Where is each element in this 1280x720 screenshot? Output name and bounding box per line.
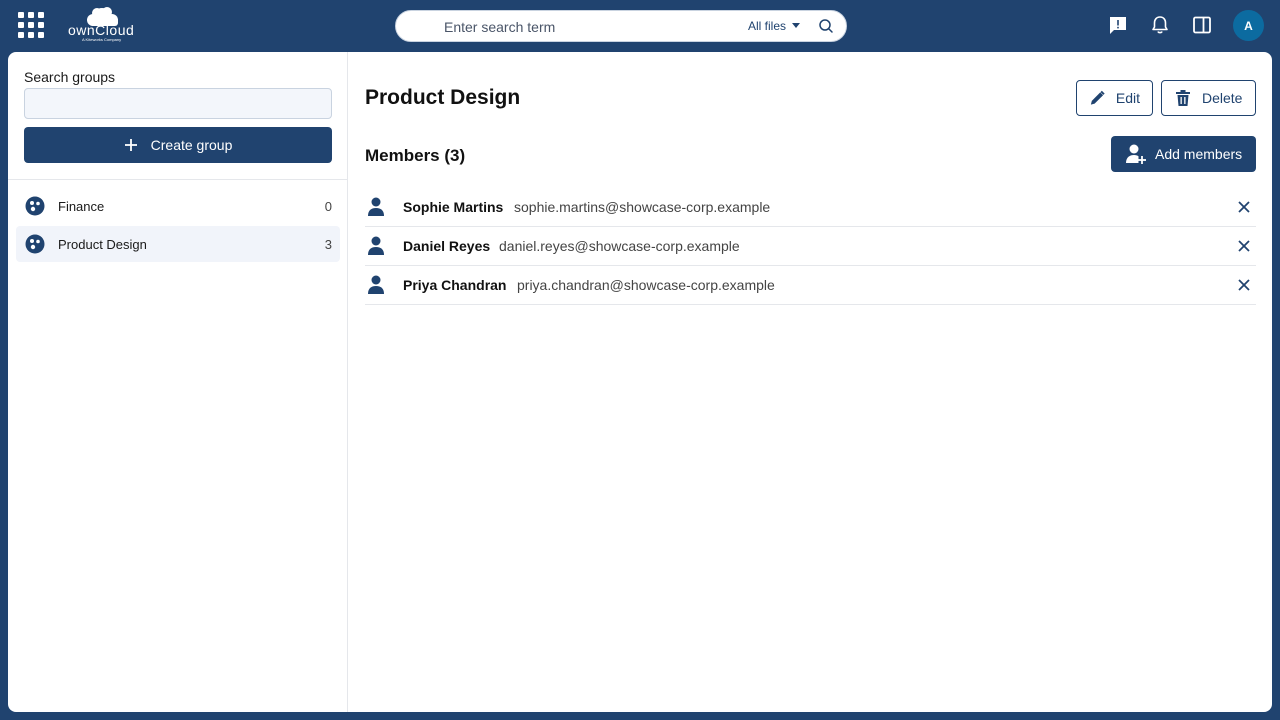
search-icon[interactable] bbox=[818, 18, 834, 34]
group-member-count: 3 bbox=[324, 237, 332, 252]
member-row: Sophie Martins sophie.martins@showcase-c… bbox=[365, 188, 1256, 227]
edit-label: Edit bbox=[1115, 90, 1140, 106]
create-group-button[interactable]: Create group bbox=[24, 127, 332, 163]
add-members-label: Add members bbox=[1155, 146, 1243, 162]
user-icon bbox=[368, 197, 384, 216]
bell-icon[interactable] bbox=[1150, 15, 1170, 35]
delete-label: Delete bbox=[1202, 90, 1243, 106]
top-bar: ownCloud A Kiteworks Company All files A bbox=[0, 0, 1280, 52]
avatar[interactable]: A bbox=[1233, 10, 1264, 41]
group-details: Product Design Edit Delete Members (3) A… bbox=[349, 52, 1272, 712]
group-item-product-design[interactable]: Product Design 3 bbox=[16, 226, 340, 262]
logo-subtext: A Kiteworks Company bbox=[82, 37, 122, 42]
member-name: Priya Chandran bbox=[403, 277, 507, 293]
members-heading: Members (3) bbox=[365, 146, 466, 165]
group-name: Finance bbox=[58, 199, 105, 214]
global-search-bar: All files bbox=[395, 10, 847, 42]
search-groups-input[interactable] bbox=[24, 88, 332, 119]
group-item-finance[interactable]: Finance 0 bbox=[16, 188, 340, 224]
add-user-icon bbox=[1126, 144, 1146, 164]
member-row: Priya Chandran priya.chandran@showcase-c… bbox=[365, 266, 1256, 305]
chevron-down-icon bbox=[792, 23, 801, 28]
groups-sidebar: Search groups Create group Finance 0 Pro… bbox=[8, 52, 348, 712]
member-email: daniel.reyes@showcase-corp.example bbox=[499, 238, 740, 254]
member-row: Daniel Reyes daniel.reyes@showcase-corp.… bbox=[365, 227, 1256, 266]
group-icon bbox=[25, 234, 45, 254]
search-input[interactable] bbox=[444, 16, 724, 38]
group-name: Product Design bbox=[58, 237, 147, 252]
app-switcher-icon[interactable] bbox=[18, 12, 44, 38]
close-icon[interactable] bbox=[1236, 199, 1252, 215]
member-name: Sophie Martins bbox=[403, 199, 504, 215]
create-group-label: Create group bbox=[150, 137, 233, 153]
pencil-icon bbox=[1090, 90, 1105, 105]
sidebar-panel-icon[interactable] bbox=[1192, 15, 1212, 35]
close-icon[interactable] bbox=[1236, 277, 1252, 293]
plus-icon bbox=[124, 139, 137, 151]
group-member-count: 0 bbox=[324, 199, 332, 214]
member-name: Daniel Reyes bbox=[403, 238, 491, 254]
user-icon bbox=[368, 236, 384, 255]
search-groups-label: Search groups bbox=[24, 69, 116, 85]
user-icon bbox=[368, 275, 384, 294]
close-icon[interactable] bbox=[1236, 238, 1252, 254]
search-filter-dropdown[interactable]: All files bbox=[748, 19, 801, 33]
divider bbox=[8, 179, 348, 180]
member-email: sophie.martins@showcase-corp.example bbox=[514, 199, 771, 215]
group-icon bbox=[25, 196, 45, 216]
search-filter-label: All files bbox=[748, 19, 787, 33]
delete-button[interactable]: Delete bbox=[1161, 80, 1256, 116]
add-members-button[interactable]: Add members bbox=[1111, 136, 1256, 172]
trash-icon bbox=[1176, 90, 1190, 106]
page-title: Product Design bbox=[365, 86, 521, 109]
member-email: priya.chandran@showcase-corp.example bbox=[517, 277, 775, 293]
content-panel: Search groups Create group Finance 0 Pro… bbox=[8, 52, 1272, 712]
feedback-icon[interactable] bbox=[1108, 15, 1128, 35]
logo-text: ownCloud bbox=[68, 22, 135, 38]
edit-button[interactable]: Edit bbox=[1076, 80, 1153, 116]
